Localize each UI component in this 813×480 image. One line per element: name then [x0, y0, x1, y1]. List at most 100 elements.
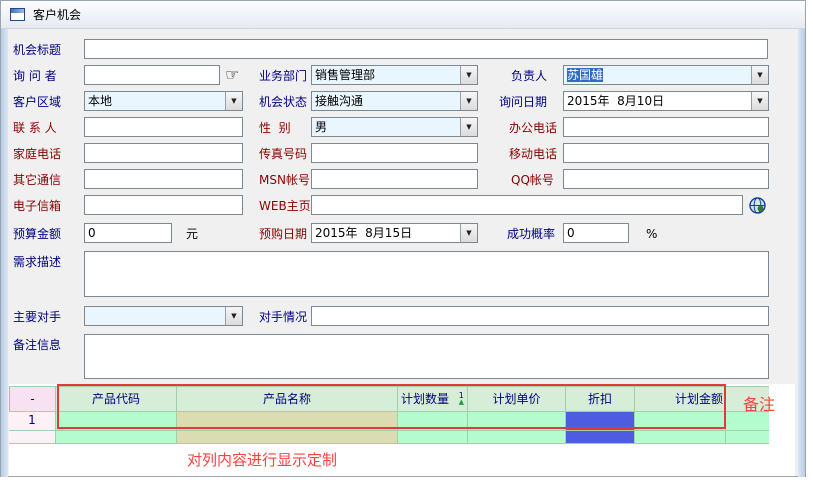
window-border-left	[1, 29, 8, 477]
other-comm-label: 其它通信	[13, 173, 61, 187]
gender-combobox[interactable]: 男 ▼	[311, 117, 478, 137]
globe-icon[interactable]	[749, 197, 766, 214]
owner-combobox[interactable]: 苏国雄 ▼	[563, 65, 769, 85]
column-header-plan-qty[interactable]: 计划数量 1 ▲	[398, 386, 468, 412]
status-combobox[interactable]: 接触沟通 ▼	[311, 91, 478, 111]
email-input[interactable]	[84, 195, 243, 215]
contact-input[interactable]	[84, 117, 243, 137]
purchase-date-value: 2015年 8月15日	[312, 224, 460, 242]
grid-corner-header[interactable]: -	[9, 386, 56, 412]
cell-discount-selected[interactable]	[566, 412, 635, 431]
cell-plan-amount[interactable]	[635, 412, 726, 431]
cell-plan-qty[interactable]	[398, 412, 468, 431]
contact-label: 联 系 人	[13, 121, 57, 135]
inquiry-date-picker[interactable]: 2015年 8月10日 ▼	[563, 91, 769, 111]
grid-header-row: - 产品代码 产品名称 计划数量 1 ▲ 计划单价 折扣 计划金额	[9, 386, 769, 412]
office-phone-label: 办公电话	[509, 121, 557, 135]
department-value: 销售管理部	[312, 66, 460, 84]
homepage-input[interactable]	[311, 195, 743, 215]
dropdown-arrow-icon[interactable]: ▼	[751, 66, 768, 84]
dropdown-arrow-icon[interactable]: ▼	[225, 307, 242, 325]
window-title: 客户机会	[33, 6, 81, 23]
inquirer-input[interactable]	[84, 65, 220, 85]
cell-product-code[interactable]	[56, 431, 177, 444]
remark-textarea[interactable]	[84, 334, 769, 379]
gender-label: 性 别	[259, 121, 291, 135]
purchase-date-picker[interactable]: 2015年 8月15日 ▼	[311, 223, 478, 243]
product-grid: - 产品代码 产品名称 计划数量 1 ▲ 计划单价 折扣 计划金额 1	[9, 386, 769, 444]
dropdown-arrow-icon[interactable]: ▼	[751, 92, 768, 110]
inquiry-date-label: 询问日期	[499, 95, 547, 109]
cell-product-name[interactable]	[177, 412, 398, 431]
opportunity-title-label: 机会标题	[13, 43, 61, 57]
home-phone-input[interactable]	[84, 143, 243, 163]
region-value: 本地	[85, 92, 225, 110]
fax-label: 传真号码	[259, 147, 307, 161]
fax-input[interactable]	[311, 143, 478, 163]
qq-label: QQ帐号	[511, 173, 554, 187]
titlebar[interactable]: 客户机会	[1, 1, 805, 29]
inquiry-date-value: 2015年 8月10日	[564, 92, 751, 110]
department-combobox[interactable]: 销售管理部 ▼	[311, 65, 478, 85]
status-value: 接触沟通	[312, 92, 460, 110]
probability-label: 成功概率	[507, 227, 555, 241]
home-phone-label: 家庭电话	[13, 147, 61, 161]
cell-blank[interactable]	[726, 431, 769, 444]
competitor-value	[85, 307, 225, 325]
inquirer-label: 询 问 者	[13, 69, 57, 83]
grid-row-1: 1	[9, 412, 769, 431]
dropdown-arrow-icon[interactable]: ▼	[460, 92, 477, 110]
cell-discount[interactable]	[566, 431, 635, 444]
qq-input[interactable]	[563, 169, 769, 189]
cell-plan-price[interactable]	[468, 412, 566, 431]
department-label: 业务部门	[259, 69, 307, 83]
region-combobox[interactable]: 本地 ▼	[84, 91, 243, 111]
dropdown-arrow-icon[interactable]: ▼	[460, 224, 477, 242]
dropdown-arrow-icon[interactable]: ▼	[225, 92, 242, 110]
budget-input[interactable]	[84, 223, 172, 243]
grid-row-2-partial	[9, 431, 769, 444]
gender-value: 男	[312, 118, 460, 136]
hand-pointer-icon[interactable]: ☞	[225, 67, 239, 83]
cell-product-name[interactable]	[177, 431, 398, 444]
status-label: 机会状态	[259, 95, 307, 109]
form-window-icon	[10, 8, 25, 21]
competitor-label: 主要对手	[13, 310, 61, 324]
row-header-1[interactable]: 1	[9, 412, 56, 431]
column-header-product-code[interactable]: 产品代码	[56, 386, 177, 412]
competitor-info-label: 对手情况	[259, 310, 307, 324]
plan-qty-header-text: 计划数量	[401, 387, 449, 411]
competitor-info-input[interactable]	[311, 306, 769, 326]
owner-selected-text: 苏国雄	[567, 68, 603, 82]
probability-input[interactable]	[563, 223, 629, 243]
msn-label: MSN帐号	[259, 173, 310, 187]
cell-plan-qty[interactable]	[398, 431, 468, 444]
row-header-2[interactable]	[9, 431, 56, 444]
column-header-product-name[interactable]: 产品名称	[177, 386, 398, 412]
cell-product-code[interactable]	[56, 412, 177, 431]
annotation-remark-column: 备注	[743, 391, 775, 415]
office-phone-input[interactable]	[563, 117, 769, 137]
competitor-combobox[interactable]: ▼	[84, 306, 243, 326]
window-border-right	[798, 29, 805, 477]
mobile-phone-label: 移动电话	[509, 147, 557, 161]
region-label: 客户区域	[13, 95, 61, 109]
column-header-discount[interactable]: 折扣	[566, 386, 635, 412]
homepage-label: WEB主页	[259, 199, 311, 213]
dropdown-arrow-icon[interactable]: ▼	[460, 118, 477, 136]
demand-textarea[interactable]	[84, 251, 769, 297]
opportunity-window: 客户机会 机会标题 询 问 者 ☞ 业务部门 销售管理部 ▼ 负责人 苏国雄 ▼…	[0, 0, 806, 477]
cell-plan-price[interactable]	[468, 431, 566, 444]
column-header-plan-amount[interactable]: 计划金额	[635, 386, 726, 412]
cell-plan-amount[interactable]	[635, 431, 726, 444]
purchase-date-label: 预购日期	[259, 227, 307, 241]
opportunity-title-input[interactable]	[84, 39, 768, 59]
msn-input[interactable]	[311, 169, 478, 189]
owner-label: 负责人	[511, 69, 547, 83]
other-comm-input[interactable]	[84, 169, 243, 189]
sort-arrow: ▲	[459, 399, 464, 405]
mobile-phone-input[interactable]	[563, 143, 769, 163]
budget-label: 预算金额	[13, 227, 61, 241]
column-header-plan-price[interactable]: 计划单价	[468, 386, 566, 412]
dropdown-arrow-icon[interactable]: ▼	[460, 66, 477, 84]
